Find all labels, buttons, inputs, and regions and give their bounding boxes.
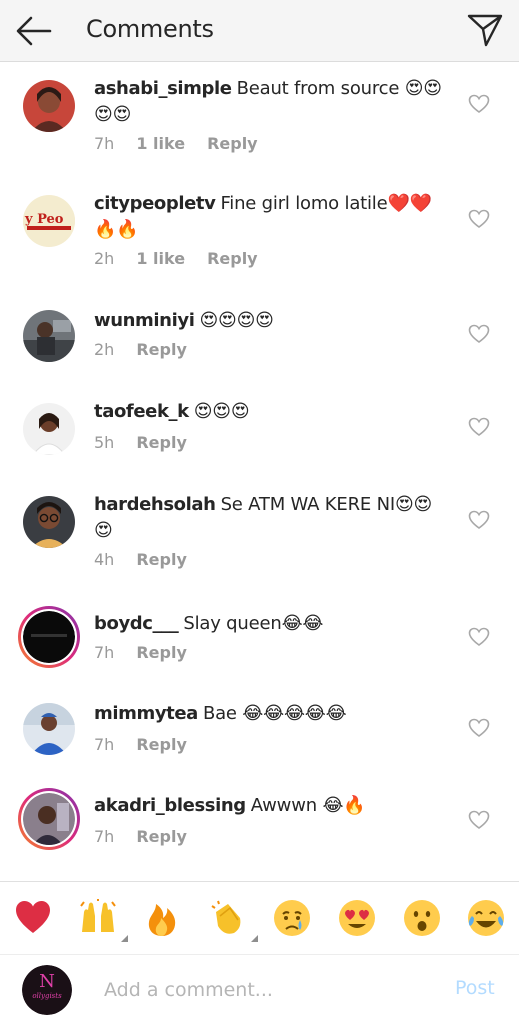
reply-button[interactable]: Reply	[136, 433, 187, 452]
share-button[interactable]	[466, 12, 504, 48]
heart-outline-icon	[468, 324, 490, 343]
comment-time: 7h	[94, 643, 115, 662]
reply-button[interactable]: Reply	[136, 643, 187, 662]
skin-tone-indicator	[121, 935, 128, 942]
comment-username[interactable]: boydc___	[94, 613, 179, 634]
avatar[interactable]	[23, 703, 75, 755]
comment-meta: 2h Reply	[94, 340, 209, 359]
avatar-with-story-ring[interactable]	[18, 788, 80, 850]
svg-text:N: N	[39, 971, 55, 992]
crying-face-icon	[274, 900, 310, 936]
comment-username[interactable]: akadri_blessing	[94, 795, 246, 816]
comment-username[interactable]: hardehsolah	[94, 494, 216, 515]
heart-outline-icon	[468, 627, 490, 646]
emoji-tears-of-joy-button[interactable]	[464, 896, 508, 940]
comment-text: Awwwn 😂🔥	[250, 795, 366, 816]
comment-meta: 2h 1 like Reply	[94, 249, 280, 268]
back-button[interactable]	[14, 14, 54, 48]
comment-time: 7h	[94, 134, 115, 153]
reply-button[interactable]: Reply	[207, 134, 258, 153]
comment-username[interactable]: mimmytea	[94, 703, 198, 724]
emoji-heart-button[interactable]	[11, 896, 55, 940]
heart-outline-icon	[468, 510, 490, 529]
comment-input[interactable]	[104, 975, 424, 1005]
comment-username[interactable]: taofeek_k	[94, 401, 189, 422]
raising-hands-icon	[80, 899, 116, 932]
heart-eyes-icon	[339, 900, 375, 936]
comment-likes[interactable]: 1 like	[136, 249, 185, 268]
heart-outline-icon	[468, 417, 490, 436]
avatar[interactable]	[23, 80, 75, 132]
emoji-heart-eyes-button[interactable]	[335, 896, 379, 940]
skin-tone-indicator	[251, 935, 258, 942]
reply-button[interactable]: Reply	[136, 550, 187, 569]
heart-outline-icon	[468, 718, 490, 737]
like-comment-button[interactable]	[468, 510, 490, 530]
heart-icon	[16, 901, 50, 933]
avatar[interactable]	[23, 310, 75, 362]
svg-text:y Peo: y Peo	[24, 212, 64, 227]
like-comment-button[interactable]	[468, 324, 490, 344]
header-bar: Comments	[0, 0, 519, 62]
comment-meta: 4h Reply	[94, 550, 209, 569]
reply-button[interactable]: Reply	[136, 340, 187, 359]
comment-meta: 7h Reply	[94, 643, 209, 662]
avatar[interactable]	[23, 403, 75, 455]
page-title: Comments	[86, 15, 214, 43]
reply-button[interactable]: Reply	[136, 735, 187, 754]
comment-meta: 7h Reply	[94, 827, 209, 846]
comment-text: 😍😍😍	[193, 401, 250, 422]
tears-of-joy-icon	[468, 900, 504, 936]
open-mouth-icon	[404, 900, 440, 936]
quick-emoji-bar	[0, 882, 519, 954]
comment-likes[interactable]: 1 like	[136, 134, 185, 153]
comment-time: 7h	[94, 827, 115, 846]
comment-text: 😍😍😍😍	[199, 310, 274, 331]
avatar-with-story-ring[interactable]	[18, 606, 80, 668]
clapping-hands-icon	[211, 900, 241, 934]
like-comment-button[interactable]	[468, 417, 490, 437]
like-comment-button[interactable]	[468, 209, 490, 229]
avatar[interactable]: y Peo	[23, 195, 75, 247]
comment-meta: 7h 1 like Reply	[94, 134, 280, 153]
comment-time: 2h	[94, 249, 115, 268]
comment-time: 2h	[94, 340, 115, 359]
post-button[interactable]: Post	[455, 977, 495, 999]
current-user-avatar[interactable]: Nollygists	[22, 965, 72, 1015]
emoji-raising-hands-button[interactable]	[76, 896, 128, 942]
comment-meta: 7h Reply	[94, 735, 209, 754]
heart-outline-icon	[468, 810, 490, 829]
avatar[interactable]	[23, 496, 75, 548]
heart-outline-icon	[468, 209, 490, 228]
emoji-crying-face-button[interactable]	[270, 896, 314, 940]
emoji-clapping-hands-button[interactable]	[206, 896, 258, 942]
like-comment-button[interactable]	[468, 627, 490, 647]
fire-icon	[148, 904, 176, 936]
comments-list[interactable]: ashabi_simple Beaut from source 😍😍😍😍 7h 1 …	[0, 62, 519, 880]
arrow-left-icon	[16, 16, 52, 46]
reply-button[interactable]: Reply	[136, 827, 187, 846]
comment-meta: 5h Reply	[94, 433, 209, 452]
comment-time: 5h	[94, 433, 115, 452]
paper-plane-icon	[467, 14, 503, 47]
comment-text: Slay queen😂😂	[183, 613, 324, 634]
comment-username[interactable]: ashabi_simple	[94, 78, 232, 99]
comment-time: 7h	[94, 735, 115, 754]
emoji-fire-button[interactable]	[140, 896, 184, 940]
like-comment-button[interactable]	[468, 718, 490, 738]
reply-button[interactable]: Reply	[207, 249, 258, 268]
comment-time: 4h	[94, 550, 115, 569]
svg-text:ollygists: ollygists	[32, 992, 62, 1000]
like-comment-button[interactable]	[468, 94, 490, 114]
comment-composer: Nollygists Post	[0, 954, 519, 1024]
comment-username[interactable]: wunminiyi	[94, 310, 195, 331]
emoji-open-mouth-button[interactable]	[400, 896, 444, 940]
heart-outline-icon	[468, 94, 490, 113]
like-comment-button[interactable]	[468, 810, 490, 830]
comment-username[interactable]: citypeopletv	[94, 193, 216, 214]
comment-text: Bae 😂😂😂😂😂	[202, 703, 347, 724]
